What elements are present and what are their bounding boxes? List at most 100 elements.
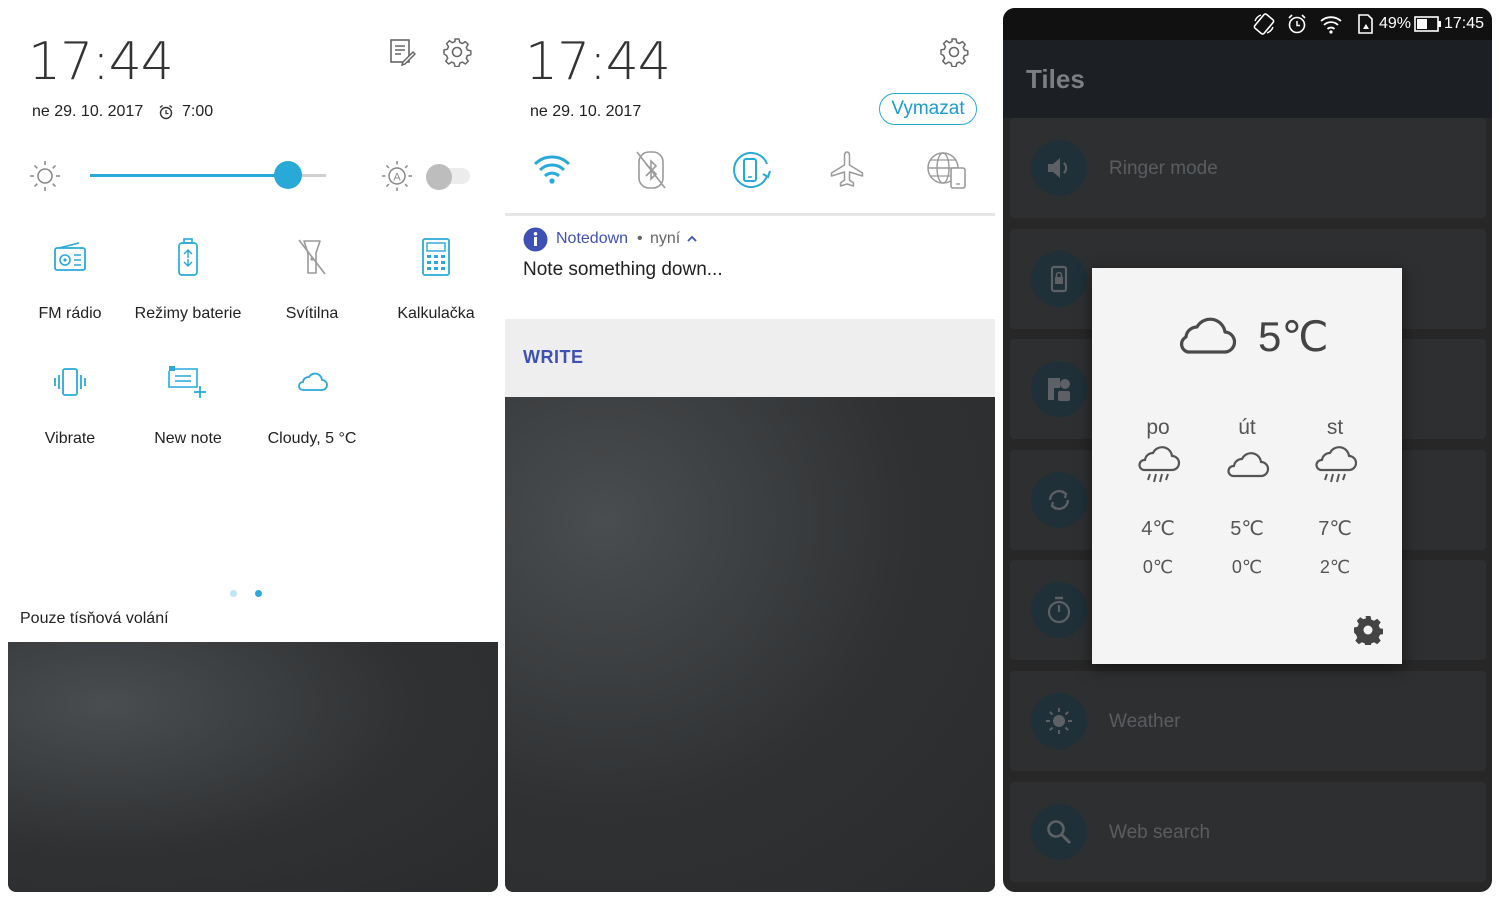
volume-icon	[1048, 158, 1068, 178]
tile-new-note[interactable]: New note	[126, 360, 250, 448]
forecast-high: 5℃	[1230, 518, 1264, 540]
row-icon-circle	[1031, 472, 1087, 528]
dimmed-background[interactable]	[8, 642, 498, 892]
tile-row-ringer-mode[interactable]: Ringer mode	[1010, 118, 1486, 218]
forecast-low: 2℃	[1319, 557, 1351, 577]
edit-tiles-icon[interactable]	[388, 38, 416, 66]
divider	[505, 213, 995, 216]
timer-icon	[1047, 596, 1071, 624]
alarm-status-icon	[1288, 14, 1306, 34]
rain-icon	[1315, 446, 1358, 483]
tile-calculator[interactable]: Kalkulačka	[374, 235, 498, 323]
row-icon-circle	[1031, 693, 1087, 749]
lock-screen-icon	[1050, 265, 1068, 293]
forecast-high: 7℃	[1318, 518, 1352, 540]
tile-label: Kalkulačka	[397, 305, 475, 322]
battery-mode-icon	[178, 238, 198, 276]
forecast-day-label: út	[1238, 416, 1256, 439]
clock: 17:44	[525, 32, 671, 92]
notification-actions: WRITE	[505, 319, 995, 397]
weather-popup-card[interactable]: 5℃ po 4℃ 0℃ út 5℃ 0℃ st 7℃ 2℃	[1092, 268, 1402, 664]
row-label: Weather	[1109, 711, 1181, 732]
calculator-icon	[422, 238, 450, 276]
tile-battery-modes[interactable]: Režimy baterie	[126, 235, 250, 323]
battery-icon	[1414, 16, 1441, 32]
alarm-time: 7:00	[182, 103, 214, 120]
clear-all-button[interactable]: Vymazat	[879, 93, 977, 125]
brightness-slider[interactable]	[90, 161, 326, 189]
cloud-icon	[1227, 452, 1270, 478]
current-temperature: 5℃	[1258, 313, 1329, 360]
row-icon-circle	[1031, 804, 1087, 860]
airplane-mode-icon[interactable]	[828, 150, 866, 190]
shapes-icon	[1048, 378, 1070, 401]
notification-app-name: Notedown	[556, 230, 629, 247]
tile-label: Cloudy, 5 °C	[267, 430, 357, 447]
tile-vibrate[interactable]: Vibrate	[8, 360, 132, 448]
sun-icon	[1046, 708, 1072, 734]
flashlight-off-icon	[298, 239, 326, 275]
forecast-low: 0℃	[1142, 557, 1174, 577]
date-label: ne 29. 10. 2017	[32, 103, 144, 120]
row-icon-circle	[1031, 361, 1087, 417]
forecast-low: 0℃	[1231, 557, 1263, 577]
sync-icon	[1048, 490, 1070, 510]
date-label: ne 29. 10. 2017	[530, 103, 642, 120]
wifi-icon[interactable]	[532, 153, 572, 185]
auto-rotate-icon[interactable]	[731, 150, 773, 190]
auto-brightness-icon: A	[382, 161, 412, 191]
tile-label: New note	[154, 430, 222, 447]
settings-gear-icon[interactable]	[1353, 615, 1383, 645]
tiles-app-screen: 49% 17:45 Tiles Ringer mode Weather Web …	[1003, 8, 1492, 892]
row-label: Web search	[1109, 822, 1211, 843]
tile-row-weather[interactable]: Weather	[1010, 671, 1486, 771]
tile-label: FM rádio	[38, 305, 102, 322]
tile-row-web-search[interactable]: Web search	[1010, 782, 1486, 882]
forecast-high: 4℃	[1141, 518, 1175, 540]
cloud-icon	[1179, 317, 1237, 354]
tile-flashlight[interactable]: Svítilna	[250, 235, 374, 323]
emergency-calls-only-label: Pouze tísňová volání	[20, 610, 169, 627]
row-label: Ringer mode	[1109, 158, 1218, 179]
wifi-status-icon	[1320, 16, 1342, 34]
forecast-day-label: st	[1326, 416, 1344, 439]
page-indicator-dot-active[interactable]	[255, 590, 262, 597]
tile-fm-radio[interactable]: FM rádio	[8, 235, 132, 323]
row-icon-circle	[1031, 140, 1087, 196]
notification-separator: •	[637, 230, 643, 247]
notification-panel: 17:44 ne 29. 10. 2017 Vymazat Notedown •…	[505, 8, 995, 892]
settings-gear-icon[interactable]	[442, 37, 472, 67]
search-icon	[1047, 820, 1072, 845]
status-bar: 49% 17:45	[1003, 8, 1492, 40]
tile-label: Svítilna	[285, 305, 339, 322]
page-title: Tiles	[1026, 64, 1085, 94]
mobile-data-icon[interactable]	[925, 150, 969, 190]
brightness-slider-fill	[90, 174, 289, 177]
chevron-up-icon[interactable]	[686, 234, 698, 244]
auto-brightness-toggle[interactable]	[426, 164, 474, 190]
bluetooth-off-icon[interactable]	[633, 150, 669, 190]
page-indicator-dot[interactable]	[230, 590, 237, 597]
tile-weather[interactable]: Cloudy, 5 °C	[250, 360, 374, 448]
radio-icon	[54, 242, 86, 271]
quick-settings-panel: 17:44 ne 29. 10. 2017 7:00 A FM rádio Re…	[8, 8, 498, 892]
brightness-slider-thumb[interactable]	[274, 161, 303, 189]
auto-rotate-status-icon	[1253, 13, 1275, 35]
toggle-knob	[426, 164, 452, 190]
new-note-icon	[168, 366, 206, 398]
battery-percent: 49%	[1379, 15, 1412, 32]
clock: 17:44	[28, 32, 174, 92]
write-action-button[interactable]: WRITE	[523, 347, 584, 368]
info-icon	[523, 227, 548, 252]
alarm-icon	[159, 104, 173, 120]
tile-label: Vibrate	[44, 430, 96, 447]
status-time: 17:45	[1444, 15, 1485, 32]
brightness-low-icon	[30, 161, 60, 191]
settings-gear-icon[interactable]	[939, 37, 969, 67]
dimmed-background[interactable]	[505, 397, 995, 892]
tile-label: Režimy baterie	[134, 305, 242, 322]
row-icon-circle	[1031, 582, 1087, 638]
notification-text: Note something down...	[523, 259, 723, 280]
row-icon-circle	[1031, 251, 1087, 307]
notification-time: nyní	[650, 230, 681, 247]
